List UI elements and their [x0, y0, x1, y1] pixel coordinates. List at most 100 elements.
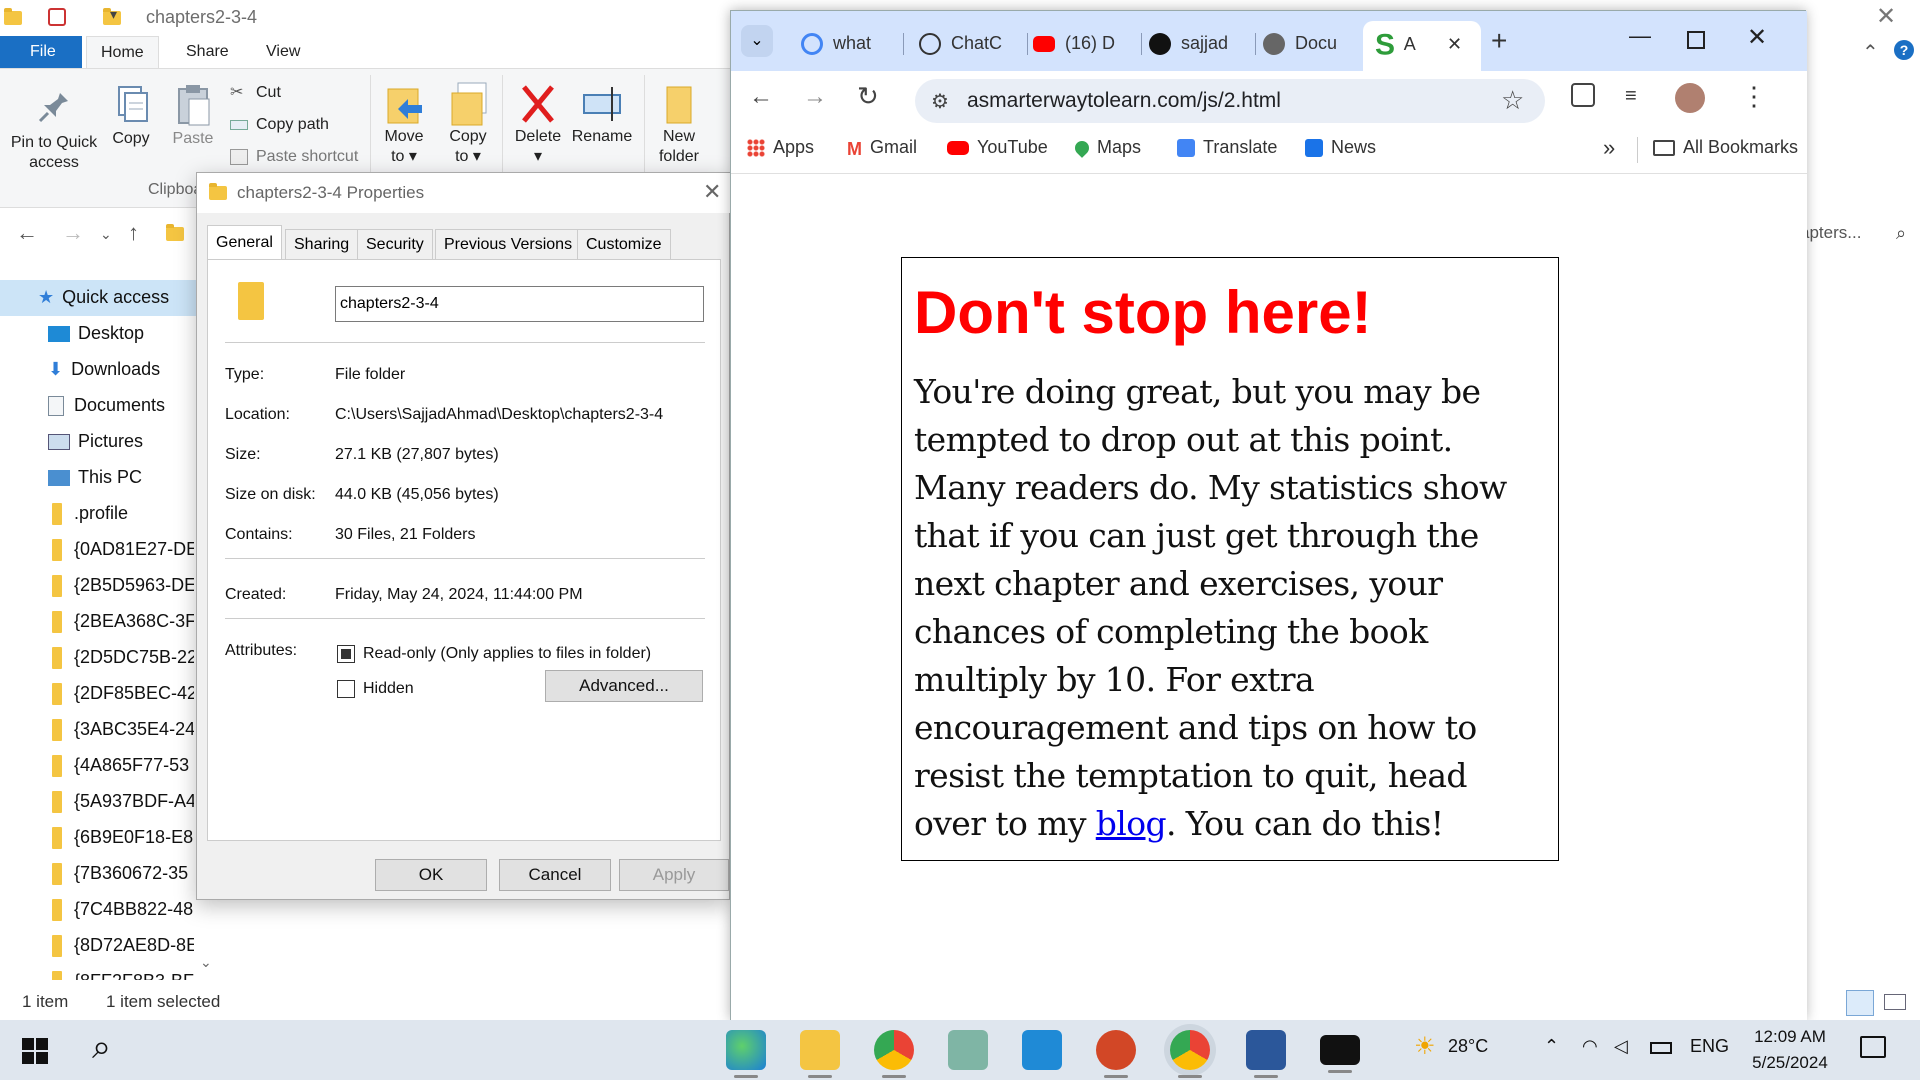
- chrome-icon[interactable]: [874, 1030, 914, 1078]
- copy-to-button[interactable]: Copy to ▾: [444, 81, 492, 167]
- close-window-icon[interactable]: ✕: [1747, 23, 1767, 52]
- bookmark-star-icon[interactable]: ☆: [1501, 85, 1524, 116]
- sidebar-item-folder[interactable]: {4A865F77-53: [52, 748, 194, 782]
- chrome-icon[interactable]: [1170, 1030, 1210, 1078]
- profile-avatar[interactable]: [1675, 83, 1705, 113]
- bookmark-maps[interactable]: Maps: [1072, 137, 1141, 159]
- properties-check-icon[interactable]: [48, 8, 66, 26]
- reload-icon[interactable]: ↻: [857, 81, 879, 112]
- tab-chatgpt[interactable]: ChatC: [919, 25, 1019, 61]
- tab-youtube[interactable]: (16) D: [1033, 25, 1137, 61]
- media-control-icon[interactable]: ≡: [1625, 85, 1637, 108]
- menu-dots-icon[interactable]: ⋮: [1741, 81, 1767, 112]
- paste-shortcut-button[interactable]: Paste shortcut: [230, 145, 358, 169]
- paste-button[interactable]: Paste: [168, 83, 218, 149]
- copy-path-button[interactable]: Copy path: [230, 113, 329, 137]
- extensions-icon[interactable]: [1571, 83, 1595, 107]
- help-icon[interactable]: ?: [1894, 40, 1914, 60]
- blog-link[interactable]: blog: [1096, 804, 1167, 843]
- language-indicator[interactable]: ENG: [1690, 1036, 1729, 1057]
- tab-general[interactable]: General: [207, 225, 282, 259]
- notification-icon[interactable]: [1860, 1036, 1886, 1058]
- close-tab-icon[interactable]: ✕: [1447, 21, 1462, 67]
- bookmark-youtube[interactable]: YouTube: [947, 137, 1048, 158]
- new-tab-icon[interactable]: +: [1491, 25, 1507, 57]
- tab-docu[interactable]: Docu: [1263, 25, 1355, 61]
- powerpoint-icon[interactable]: [1096, 1030, 1136, 1078]
- sidebar-item-folder[interactable]: {2B5D5963-DE: [52, 568, 194, 602]
- details-view-icon[interactable]: [1846, 990, 1874, 1016]
- clock[interactable]: 12:09 AM 5/25/2024: [1740, 1024, 1840, 1076]
- maximize-icon[interactable]: [1687, 31, 1705, 49]
- tab-search-icon[interactable]: ⌄: [741, 25, 773, 57]
- sidebar-item-folder[interactable]: {7C4BB822-48: [52, 892, 194, 926]
- start-windows-icon[interactable]: [22, 1038, 48, 1064]
- move-to-button[interactable]: Move to ▾: [380, 81, 428, 167]
- bookmark-translate[interactable]: Translate: [1177, 137, 1277, 158]
- back-icon[interactable]: ←: [749, 83, 773, 111]
- tab-home[interactable]: Home: [86, 36, 159, 68]
- chatgpt-icon[interactable]: [948, 1030, 988, 1070]
- hidden-checkbox[interactable]: [337, 680, 355, 698]
- tab-security[interactable]: Security: [357, 229, 433, 259]
- close-icon[interactable]: ✕: [703, 179, 721, 205]
- bookmark-news[interactable]: News: [1305, 137, 1376, 158]
- edge-icon[interactable]: [726, 1030, 766, 1078]
- weather-temp[interactable]: 28°C: [1448, 1036, 1488, 1057]
- forward-icon[interactable]: →: [803, 83, 827, 111]
- folder-name-input[interactable]: [335, 286, 704, 322]
- chevron-up-icon[interactable]: ⌃: [1862, 40, 1879, 65]
- up-arrow-icon[interactable]: ↑: [128, 220, 139, 246]
- forward-arrow-icon[interactable]: →: [62, 220, 84, 246]
- file-explorer-icon[interactable]: [800, 1030, 840, 1078]
- search-input[interactable]: apters... ⌕: [1800, 218, 1920, 248]
- delete-button[interactable]: Delete ▾: [512, 81, 564, 167]
- sidebar-item-folder[interactable]: {2D5DC75B-22: [52, 640, 194, 674]
- sidebar-item-folder[interactable]: {3ABC35E4-24: [52, 712, 194, 746]
- sidebar-item-folder[interactable]: {2DF85BEC-42: [52, 676, 194, 710]
- large-icons-view-icon[interactable]: [1884, 994, 1906, 1010]
- wifi-icon[interactable]: ◠: [1582, 1036, 1598, 1057]
- tab-view[interactable]: View: [252, 36, 314, 68]
- vscode-icon[interactable]: [1022, 1030, 1062, 1070]
- tab-share[interactable]: Share: [172, 36, 243, 68]
- sidebar-item-folder[interactable]: {2BEA368C-3F: [52, 604, 194, 638]
- ok-button[interactable]: OK: [375, 859, 487, 891]
- tab-active[interactable]: S A ✕: [1363, 21, 1481, 71]
- pin-quick-access-button[interactable]: Pin to Quick access: [6, 87, 102, 173]
- sidebar-item-folder[interactable]: {8D72AE8D-8E: [52, 928, 194, 962]
- readonly-checkbox[interactable]: [337, 645, 355, 663]
- copy-button[interactable]: Copy: [106, 83, 156, 149]
- close-icon[interactable]: ✕: [1876, 2, 1896, 31]
- rename-button[interactable]: Rename: [570, 81, 634, 147]
- terminal-icon[interactable]: [1320, 1035, 1360, 1073]
- scroll-down-icon[interactable]: ⌄: [200, 954, 212, 971]
- sidebar-item-folder[interactable]: {6B9E0F18-E82: [52, 820, 194, 854]
- tab-sharing[interactable]: Sharing: [285, 229, 359, 259]
- search-icon[interactable]: ⌕: [92, 1028, 111, 1067]
- apply-button[interactable]: Apply: [619, 859, 729, 891]
- new-folder-button[interactable]: New folder: [652, 81, 706, 167]
- tab-google[interactable]: what: [801, 25, 901, 61]
- recent-dropdown-icon[interactable]: ⌄: [100, 226, 112, 243]
- sidebar-item-folder[interactable]: {0AD81E27-DE: [52, 532, 194, 566]
- tab-customize[interactable]: Customize: [577, 229, 671, 259]
- all-bookmarks[interactable]: All Bookmarks: [1637, 137, 1798, 158]
- weather-icon[interactable]: ☀: [1414, 1032, 1436, 1061]
- sidebar-item-folder[interactable]: {8FF2F8B3-BF7: [52, 964, 194, 980]
- chevron-up-icon[interactable]: ⌃: [1544, 1036, 1559, 1057]
- sidebar-item-folder[interactable]: {5A937BDF-A4: [52, 784, 194, 818]
- tab-file[interactable]: File: [0, 36, 82, 68]
- address-bar[interactable]: ⚙ asmarterwaytolearn.com/js/2.html ☆: [915, 79, 1545, 123]
- site-info-icon[interactable]: ⚙: [931, 89, 949, 114]
- qat-dropdown-icon[interactable]: ▾: [110, 6, 117, 23]
- back-arrow-icon[interactable]: ←: [16, 220, 38, 246]
- minimize-icon[interactable]: —: [1629, 23, 1651, 49]
- bookmark-apps[interactable]: Apps: [747, 137, 814, 158]
- tab-previous-versions[interactable]: Previous Versions: [435, 229, 582, 259]
- advanced-button[interactable]: Advanced...: [545, 670, 703, 702]
- battery-icon[interactable]: [1650, 1042, 1672, 1054]
- sidebar-item-folder[interactable]: {7B360672-35: [52, 856, 194, 890]
- cut-button[interactable]: ✂ Cut: [230, 81, 281, 105]
- volume-icon[interactable]: ◁: [1614, 1036, 1628, 1057]
